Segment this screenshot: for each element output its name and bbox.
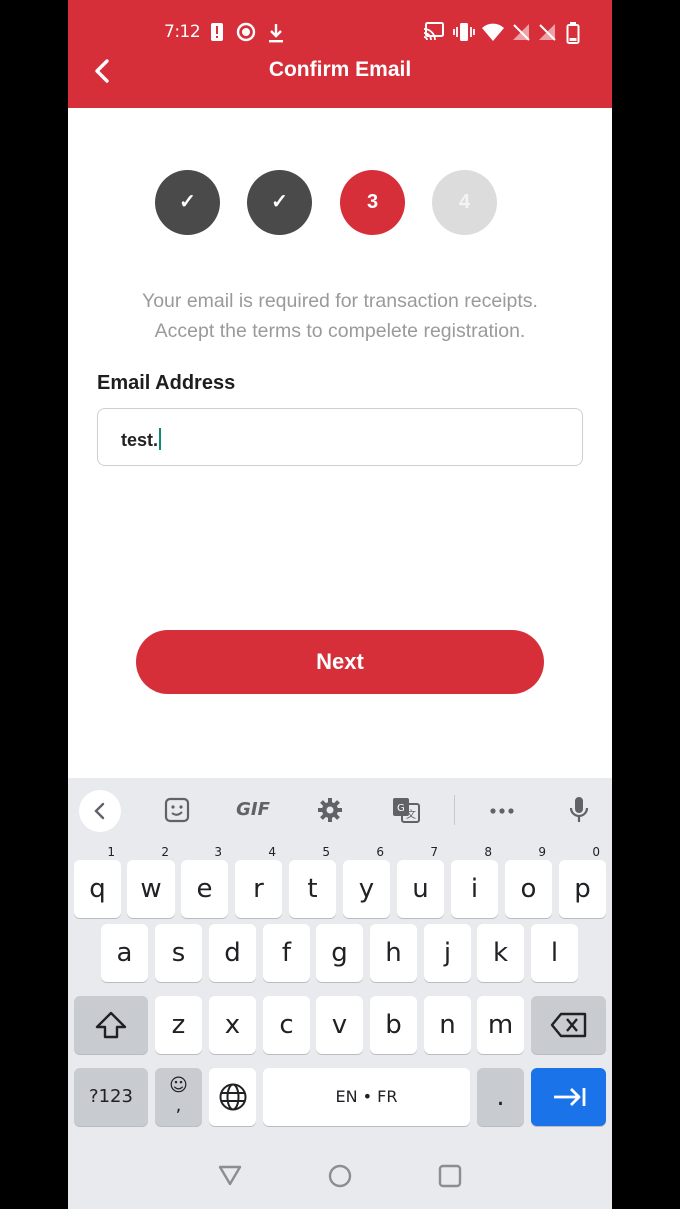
- period-key[interactable]: .: [477, 1068, 524, 1126]
- soft-keyboard: GIF G文 q1 w2 e3 r4 t5 y6 u7 i8 o9 p0 a s…: [68, 778, 612, 1142]
- battery-icon: [564, 22, 582, 44]
- email-field[interactable]: test.: [97, 408, 583, 466]
- key-y[interactable]: y6: [343, 846, 390, 918]
- page-title: Confirm Email: [268, 58, 412, 81]
- shift-key[interactable]: [74, 996, 148, 1054]
- keyboard-collapse-button[interactable]: [79, 790, 121, 832]
- translate-icon: G文: [393, 798, 420, 823]
- language-key[interactable]: [209, 1068, 256, 1126]
- key-u[interactable]: u7: [397, 846, 444, 918]
- app-header: 7:12 Confirm Email: [68, 0, 612, 108]
- key-x[interactable]: x: [209, 996, 256, 1054]
- download-icon: [267, 22, 285, 44]
- gif-button[interactable]: GIF: [231, 790, 275, 830]
- globe-icon: [219, 1083, 246, 1111]
- key-g[interactable]: g: [316, 924, 363, 982]
- voice-input-button[interactable]: [557, 790, 601, 830]
- status-bar: 7:12: [68, 18, 612, 48]
- key-h[interactable]: h: [370, 924, 417, 982]
- backspace-key[interactable]: [531, 996, 606, 1054]
- key-w[interactable]: w2: [127, 846, 175, 918]
- svg-text:G: G: [397, 803, 405, 814]
- key-t[interactable]: t5: [289, 846, 336, 918]
- key-m[interactable]: m: [477, 996, 524, 1054]
- emoji-icon: ☺: [169, 1075, 188, 1096]
- emoji-comma-key[interactable]: ☺ ,: [155, 1068, 202, 1126]
- key-o[interactable]: o9: [505, 846, 552, 918]
- description-line-1: Your email is required for transaction r…: [142, 290, 538, 312]
- shift-icon: [95, 1011, 127, 1039]
- mic-icon: [569, 797, 589, 822]
- symbols-key[interactable]: ?123: [74, 1068, 148, 1126]
- toolbar-divider: [454, 795, 455, 825]
- more-icon: [490, 808, 514, 814]
- system-nav-bar: [68, 1142, 612, 1209]
- settings-button[interactable]: [308, 790, 352, 830]
- tab-arrow-icon: [553, 1088, 585, 1106]
- cast-icon: [423, 22, 445, 44]
- key-k[interactable]: k: [477, 924, 524, 982]
- sticker-icon: [164, 797, 190, 823]
- home-circle-icon[interactable]: [326, 1162, 354, 1190]
- step-3-current: 3: [340, 170, 405, 235]
- step-4-pending: 4: [432, 170, 497, 235]
- phone-screen: 7:12 Confirm Email ✓ ✓ 3 4 Your email is…: [68, 0, 612, 1209]
- key-f[interactable]: f: [263, 924, 310, 982]
- recents-square-icon[interactable]: [436, 1162, 464, 1190]
- key-d[interactable]: d: [209, 924, 256, 982]
- step-2-complete: ✓: [247, 170, 312, 235]
- key-e[interactable]: e3: [181, 846, 228, 918]
- record-icon: [236, 22, 256, 44]
- key-l[interactable]: l: [531, 924, 578, 982]
- vibrate-icon: [453, 22, 475, 44]
- step-1-complete: ✓: [155, 170, 220, 235]
- description-line-2: Accept the terms to compelete registrati…: [154, 320, 526, 342]
- chevron-left-icon: [94, 802, 105, 820]
- text-cursor: [159, 428, 162, 450]
- key-a[interactable]: a: [101, 924, 148, 982]
- key-j[interactable]: j: [424, 924, 471, 982]
- key-c[interactable]: c: [263, 996, 310, 1054]
- key-r[interactable]: r4: [235, 846, 282, 918]
- more-button[interactable]: [480, 790, 524, 830]
- key-z[interactable]: z: [155, 996, 202, 1054]
- key-q[interactable]: q1: [74, 846, 121, 918]
- key-b[interactable]: b: [370, 996, 417, 1054]
- alert-icon: [208, 22, 226, 44]
- next-button[interactable]: Next: [136, 630, 544, 694]
- back-triangle-icon[interactable]: [216, 1162, 244, 1190]
- registration-description: Your email is required for transaction r…: [68, 286, 612, 346]
- svg-text:文: 文: [406, 808, 416, 821]
- status-time: 7:12: [164, 22, 201, 42]
- email-label: Email Address: [97, 372, 236, 394]
- backspace-icon: [550, 1012, 586, 1038]
- no-signal-icon: [536, 22, 558, 44]
- keyboard-toolbar: GIF G文: [68, 778, 612, 844]
- space-key[interactable]: EN • FR: [263, 1068, 470, 1126]
- key-i[interactable]: i8: [451, 846, 498, 918]
- key-v[interactable]: v: [316, 996, 363, 1054]
- no-signal-icon: [510, 22, 532, 44]
- next-field-key[interactable]: [531, 1068, 606, 1126]
- key-n[interactable]: n: [424, 996, 471, 1054]
- gear-icon: [318, 798, 342, 822]
- key-s[interactable]: s: [155, 924, 202, 982]
- email-value: test.: [121, 430, 159, 450]
- key-p[interactable]: p0: [559, 846, 606, 918]
- wifi-icon: [481, 22, 505, 44]
- translate-button[interactable]: G文: [384, 790, 428, 830]
- sticker-button[interactable]: [155, 790, 199, 830]
